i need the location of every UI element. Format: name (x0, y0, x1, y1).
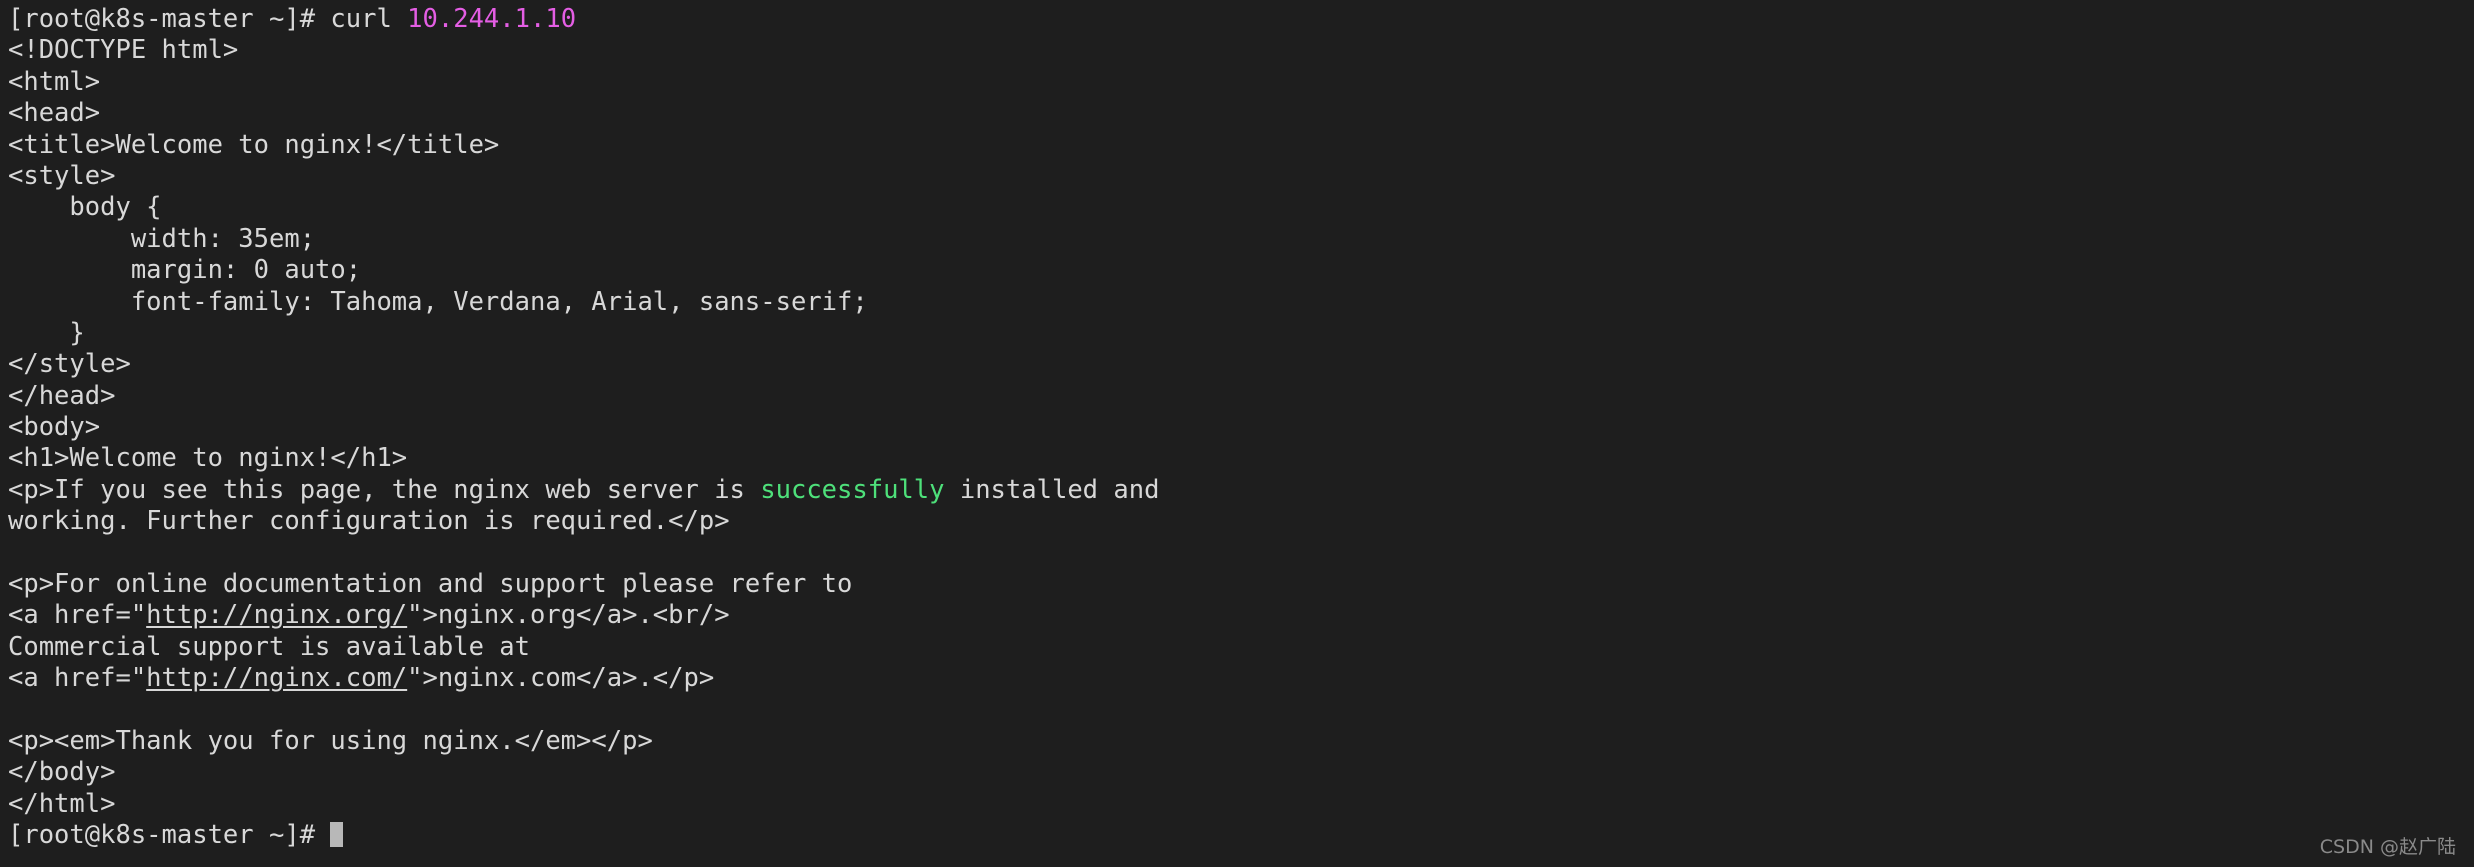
terminal-command-line: [root@k8s-master ~]# curl 10.244.1.10 (8, 4, 2474, 35)
output-line-success: <p>If you see this page, the nginx web s… (8, 475, 2474, 506)
text-cursor (330, 822, 344, 848)
terminal-prompt-line[interactable]: [root@k8s-master ~]# (8, 820, 2474, 851)
output-text-before: <a href=" (8, 663, 147, 694)
output-text-before: <a href=" (8, 600, 147, 631)
output-blank-line (8, 695, 2474, 726)
output-line: <title>Welcome to nginx!</title> (8, 129, 500, 160)
output-line: <style> (8, 160, 116, 191)
output-blank-line (8, 538, 2474, 569)
output-line: </head> (8, 380, 116, 411)
output-line: } (8, 317, 85, 348)
output-line: <h1>Welcome to nginx!</h1> (8, 443, 408, 474)
terminal-window[interactable]: [root@k8s-master ~]# curl 10.244.1.10 <!… (0, 0, 2474, 867)
shell-prompt: [root@k8s-master ~]# (8, 4, 316, 34)
output-text-before: <p>If you see this page, the nginx web s… (8, 474, 761, 505)
output-line: <html> (8, 66, 101, 97)
output-line: width: 35em; (8, 223, 316, 254)
output-line: </style> (8, 349, 131, 380)
hyperlink-nginx-org[interactable]: http://nginx.org/ (146, 600, 407, 630)
output-line: </html> (8, 788, 116, 819)
output-line-link: <a href="http://nginx.com/">nginx.com</a… (8, 663, 2474, 694)
output-line: <p><em>Thank you for using nginx.</em></… (8, 725, 653, 756)
output-line: <!DOCTYPE html> (8, 35, 239, 66)
output-text-after: ">nginx.com</a>.</p> (407, 663, 715, 694)
output-line: body { (8, 192, 162, 223)
output-line: Commercial support is available at (8, 631, 530, 662)
watermark-label: CSDN @赵广陆 (2319, 836, 2456, 858)
hyperlink-nginx-com[interactable]: http://nginx.com/ (146, 663, 407, 693)
output-line: <p>For online documentation and support … (8, 569, 853, 600)
success-keyword: successfully (760, 474, 945, 505)
output-line: </body> (8, 757, 116, 788)
output-line-link: <a href="http://nginx.org/">nginx.org</a… (8, 600, 2474, 631)
shell-prompt: [root@k8s-master ~]# (8, 820, 331, 851)
shell-command: curl (315, 4, 408, 34)
output-line: <head> (8, 98, 101, 129)
output-line: margin: 0 auto; (8, 255, 362, 286)
output-line: working. Further configuration is requir… (8, 506, 730, 537)
output-text-after: installed and (944, 474, 1160, 505)
output-text-after: ">nginx.org</a>.<br/> (407, 600, 730, 631)
output-line: font-family: Tahoma, Verdana, Arial, san… (8, 286, 868, 317)
output-line: <body> (8, 412, 101, 443)
command-argument-ip: 10.244.1.10 (407, 4, 577, 34)
